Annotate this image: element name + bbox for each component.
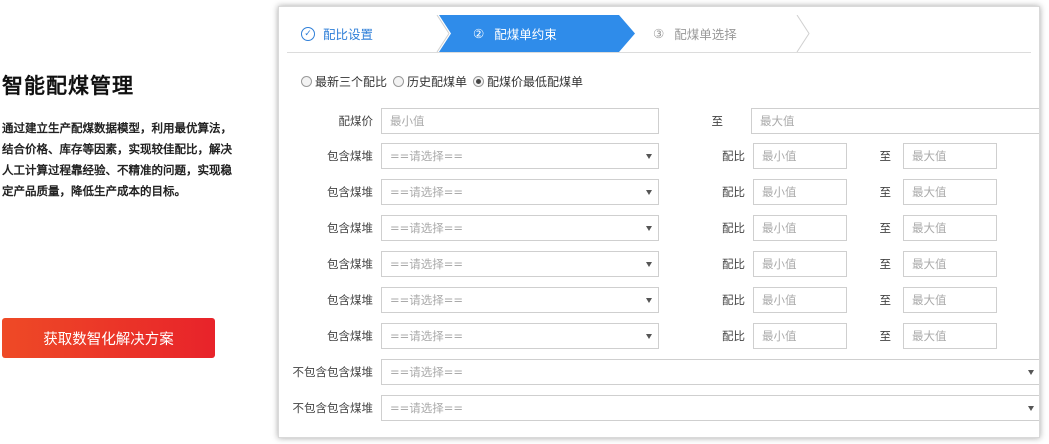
include-pile-select[interactable]: ==请选择== — [381, 215, 659, 241]
ratio-min-input[interactable] — [753, 287, 847, 313]
chevron-down-icon — [1028, 370, 1034, 375]
radio-history[interactable]: 历史配煤单 — [393, 73, 467, 90]
include-pile-label: 包含煤堆 — [327, 221, 373, 235]
chevron-down-icon — [646, 262, 652, 267]
include-pile-select[interactable]: ==请选择== — [381, 323, 659, 349]
step-blend-constraints[interactable]: ② 配煤单约束 — [439, 15, 635, 52]
step-blend-selection[interactable]: ③ 配煤单选择 — [637, 15, 817, 52]
step-label: 配煤单约束 — [494, 27, 557, 42]
chevron-down-icon — [1028, 406, 1034, 411]
include-pile-select[interactable]: ==请选择== — [381, 143, 659, 169]
radio-button-checked[interactable] — [473, 76, 485, 87]
check-circle-icon: ✓ — [301, 26, 315, 41]
price-max-input[interactable] — [751, 108, 1039, 134]
ratio-to-label: 至 — [879, 149, 892, 163]
radio-button[interactable] — [393, 76, 405, 87]
include-pile-label: 包含煤堆 — [327, 149, 373, 163]
include-pile-select[interactable]: ==请选择== — [381, 251, 659, 277]
chevron-down-icon — [646, 298, 652, 303]
ratio-to-label: 至 — [879, 257, 892, 271]
exclude-pile-label: 不包含包含煤堆 — [292, 365, 374, 379]
coal-blending-panel: ✓ 配比设置 ② 配煤单约束 ③ 配煤单选择 最新三个配比 历史配煤单 配煤价最 — [278, 6, 1040, 438]
include-pile-select[interactable]: ==请选择== — [381, 179, 659, 205]
chevron-down-icon — [646, 334, 652, 339]
price-min-input[interactable] — [381, 108, 659, 134]
step-label: 配比设置 — [323, 27, 374, 42]
ratio-max-input[interactable] — [903, 323, 997, 349]
ratio-min-input[interactable] — [753, 143, 847, 169]
chevron-right-icon — [796, 15, 810, 52]
price-label: 配煤价 — [338, 114, 374, 128]
include-pile-label: 包含煤堆 — [327, 293, 373, 307]
get-solution-button[interactable]: 获取数智化解决方案 — [2, 318, 215, 358]
radio-lowest-price[interactable]: 配煤价最低配煤单 — [473, 73, 583, 90]
ratio-label: 配比 — [722, 293, 745, 307]
ratio-min-input[interactable] — [753, 179, 847, 205]
ratio-to-label: 至 — [879, 221, 892, 235]
step-number: ③ — [653, 26, 665, 41]
blend-source-radio-group: 最新三个配比 历史配煤单 配煤价最低配煤单 — [301, 73, 589, 90]
ratio-label: 配比 — [722, 221, 745, 235]
ratio-to-label: 至 — [879, 185, 892, 199]
include-pile-select[interactable]: ==请选择== — [381, 287, 659, 313]
ratio-label: 配比 — [722, 149, 745, 163]
step-number: ② — [473, 26, 485, 41]
ratio-label: 配比 — [722, 329, 745, 343]
include-pile-label: 包含煤堆 — [327, 329, 373, 343]
chevron-down-icon — [646, 190, 652, 195]
radio-button[interactable] — [301, 76, 312, 87]
step-wizard: ✓ 配比设置 ② 配煤单约束 ③ 配煤单选择 — [287, 15, 1031, 53]
ratio-label: 配比 — [722, 257, 745, 271]
ratio-max-input[interactable] — [903, 179, 997, 205]
ratio-max-input[interactable] — [903, 251, 997, 277]
intro-description: 通过建立生产配煤数据模型，利用最优算法，结合价格、库存等因素，实现较佳配比，解决… — [2, 121, 232, 198]
ratio-to-label: 至 — [879, 329, 892, 343]
ratio-max-input[interactable] — [903, 143, 997, 169]
chevron-down-icon — [646, 226, 652, 231]
ratio-min-input[interactable] — [753, 215, 847, 241]
page-title: 智能配煤管理 — [2, 74, 134, 98]
step-blend-settings[interactable]: ✓ 配比设置 — [287, 15, 447, 52]
chevron-down-icon — [646, 154, 652, 159]
radio-latest-three[interactable]: 最新三个配比 — [301, 73, 387, 90]
exclude-pile-label: 不包含包含煤堆 — [292, 401, 374, 415]
price-to-label: 至 — [711, 114, 724, 128]
ratio-min-input[interactable] — [753, 323, 847, 349]
exclude-pile-select[interactable]: ==请选择== — [381, 395, 1039, 421]
include-pile-label: 包含煤堆 — [327, 185, 373, 199]
ratio-label: 配比 — [722, 185, 745, 199]
exclude-pile-select[interactable]: ==请选择== — [381, 359, 1039, 385]
ratio-max-input[interactable] — [903, 287, 997, 313]
ratio-max-input[interactable] — [903, 215, 997, 241]
ratio-to-label: 至 — [879, 293, 892, 307]
ratio-min-input[interactable] — [753, 251, 847, 277]
include-pile-label: 包含煤堆 — [327, 257, 373, 271]
step-label: 配煤单选择 — [674, 27, 737, 42]
